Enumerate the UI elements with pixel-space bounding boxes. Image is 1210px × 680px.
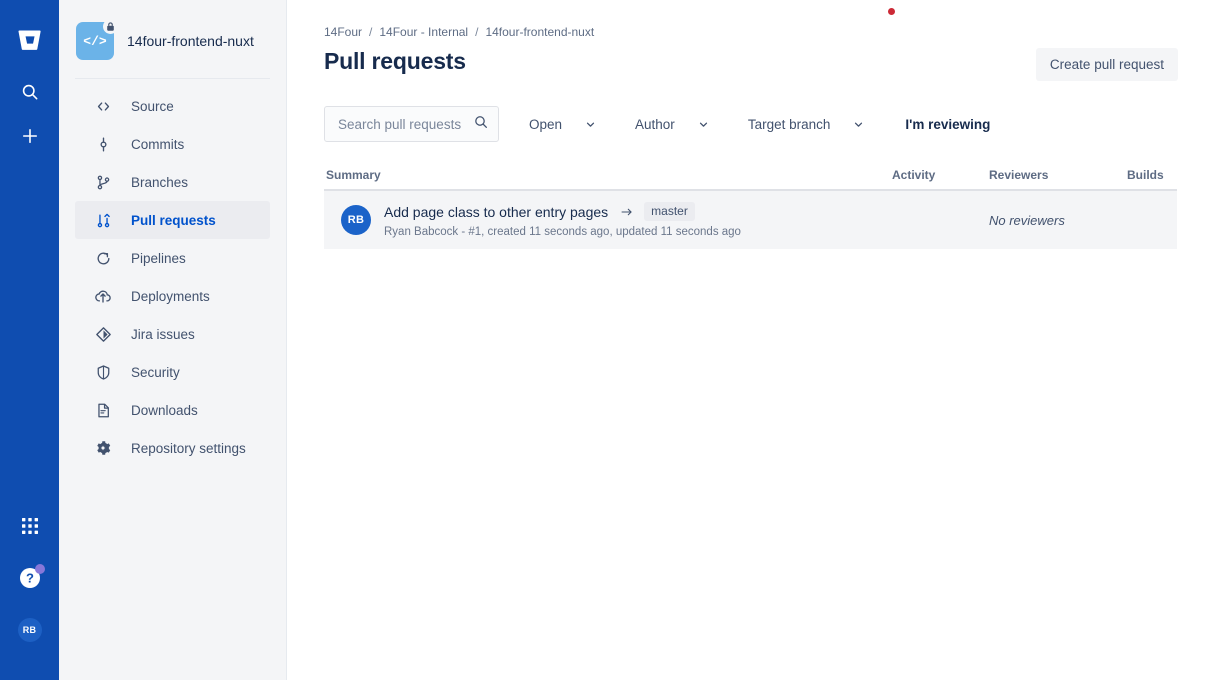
gear-icon: [93, 438, 113, 458]
shield-icon: [93, 362, 113, 382]
downloads-icon: [93, 400, 113, 420]
jira-icon: [93, 324, 113, 344]
sidebar-item-source[interactable]: Source: [75, 87, 270, 125]
sidebar-item-label: Jira issues: [131, 326, 195, 342]
sidebar-item-repository-settings[interactable]: Repository settings: [75, 429, 270, 467]
author-filter-dropdown[interactable]: Author: [627, 108, 718, 140]
pipelines-icon: [93, 248, 113, 268]
sidebar-item-label: Repository settings: [131, 440, 246, 456]
sidebar-item-branches[interactable]: Branches: [75, 163, 270, 201]
rail-profile-avatar[interactable]: RB: [0, 610, 59, 650]
page-title: Pull requests: [324, 48, 466, 74]
branches-icon: [93, 172, 113, 192]
avatar: RB: [17, 618, 42, 642]
sidebar-item-label: Security: [131, 364, 180, 380]
bitbucket-logo[interactable]: [0, 18, 59, 62]
sidebar-item-label: Pull requests: [131, 212, 216, 228]
column-header-builds: Builds: [1127, 168, 1164, 182]
title-row: Pull requests Create pull request: [324, 46, 1178, 81]
column-header-reviewers: Reviewers: [989, 168, 1049, 182]
sidebar-item-label: Source: [131, 98, 174, 114]
commits-icon: [93, 134, 113, 154]
sidebar-item-pipelines[interactable]: Pipelines: [75, 239, 270, 277]
chevron-down-icon: [852, 118, 865, 131]
pull-request-summary: Add page class to other entry pages mast…: [384, 202, 892, 238]
table-header-row: Summary Activity Reviewers Builds: [324, 168, 1177, 191]
sidebar-item-security[interactable]: Security: [75, 353, 270, 391]
state-filter-dropdown[interactable]: Open: [521, 108, 605, 140]
svg-text:?: ?: [26, 571, 34, 586]
breadcrumb-item-workspace[interactable]: 14Four: [324, 25, 362, 39]
repository-sidebar: </> 14four-frontend-nuxt Source Commits …: [59, 0, 287, 680]
repository-name: 14four-frontend-nuxt: [127, 32, 254, 49]
sidebar-item-jira-issues[interactable]: Jira issues: [75, 315, 270, 353]
deployments-icon: [93, 286, 113, 306]
pull-requests-table: Summary Activity Reviewers Builds RB Add…: [324, 168, 1177, 249]
search-input[interactable]: [336, 115, 473, 133]
app-root: ? RB </> 14four-frontend-nuxt Source Com…: [0, 0, 1210, 680]
sidebar-item-commits[interactable]: Commits: [75, 125, 270, 163]
avatar: RB: [341, 205, 371, 235]
content-wrapper: 14Four / 14Four - Internal / 14four-fron…: [287, 0, 1210, 249]
rail-help-button[interactable]: ?: [0, 558, 59, 598]
chevron-down-icon: [697, 118, 710, 131]
sidebar-item-label: Commits: [131, 136, 185, 152]
breadcrumb-separator: /: [369, 25, 373, 39]
sidebar-item-label: Deployments: [131, 288, 210, 304]
target-branch-filter-dropdown[interactable]: Target branch: [740, 108, 874, 140]
pull-request-title[interactable]: Add page class to other entry pages: [384, 204, 608, 220]
breadcrumb-item-repository[interactable]: 14four-frontend-nuxt: [485, 25, 594, 39]
pull-requests-icon: [93, 210, 113, 230]
main-content: 14Four / 14Four - Internal / 14four-fron…: [287, 0, 1210, 680]
search-icon[interactable]: [473, 114, 489, 135]
filter-bar: Open Author Targ: [324, 106, 1178, 142]
global-nav-rail: ? RB: [0, 0, 59, 680]
table-row[interactable]: RB Add page class to other entry pages m…: [324, 191, 1177, 249]
sidebar-item-label: Downloads: [131, 402, 198, 418]
rail-top-group: [0, 0, 59, 158]
target-branch-tag: master: [644, 202, 695, 221]
author-filter-label: Author: [635, 116, 675, 132]
rail-bottom-group: ? RB: [0, 506, 59, 662]
sidebar-item-downloads[interactable]: Downloads: [75, 391, 270, 429]
app-switcher-icon: [21, 518, 38, 534]
column-header-activity: Activity: [892, 168, 936, 182]
chevron-down-icon: [584, 118, 597, 131]
repository-header[interactable]: </> 14four-frontend-nuxt: [59, 0, 286, 78]
breadcrumb: 14Four / 14Four - Internal / 14four-fron…: [324, 24, 1178, 40]
column-header-summary: Summary: [326, 168, 381, 182]
pull-request-reviewers: No reviewers: [989, 212, 1065, 228]
create-pull-request-button[interactable]: Create pull request: [1035, 48, 1178, 81]
lock-icon: [103, 19, 118, 34]
rail-app-switcher-button[interactable]: [0, 506, 59, 546]
code-icon: [93, 96, 113, 116]
search-icon: [22, 84, 37, 100]
sidebar-item-deployments[interactable]: Deployments: [75, 277, 270, 315]
sidebar-item-label: Branches: [131, 174, 189, 190]
sidebar-item-pull-requests[interactable]: Pull requests: [75, 201, 270, 239]
sidebar-item-label: Pipelines: [131, 250, 186, 266]
target-branch-filter-label: Target branch: [747, 116, 831, 132]
state-filter-label: Open: [529, 116, 563, 132]
repository-avatar-wrap: </>: [76, 19, 118, 60]
im-reviewing-link[interactable]: I'm reviewing: [899, 117, 996, 132]
arrow-right-icon: [620, 205, 634, 219]
sidebar-divider: [75, 78, 270, 79]
breadcrumb-separator: /: [475, 25, 479, 39]
create-icon: [22, 128, 37, 144]
breadcrumb-item-project[interactable]: 14Four - Internal: [379, 25, 468, 39]
pull-request-meta: Ryan Babcock - #1, created 11 seconds ag…: [384, 226, 741, 238]
rail-search-button[interactable]: [0, 70, 59, 114]
rail-create-button[interactable]: [0, 114, 59, 158]
pull-request-title-line: Add page class to other entry pages mast…: [384, 202, 892, 221]
search-pull-requests-box[interactable]: [324, 106, 499, 142]
help-notification-dot: [34, 564, 45, 574]
notification-dot: [888, 8, 895, 15]
